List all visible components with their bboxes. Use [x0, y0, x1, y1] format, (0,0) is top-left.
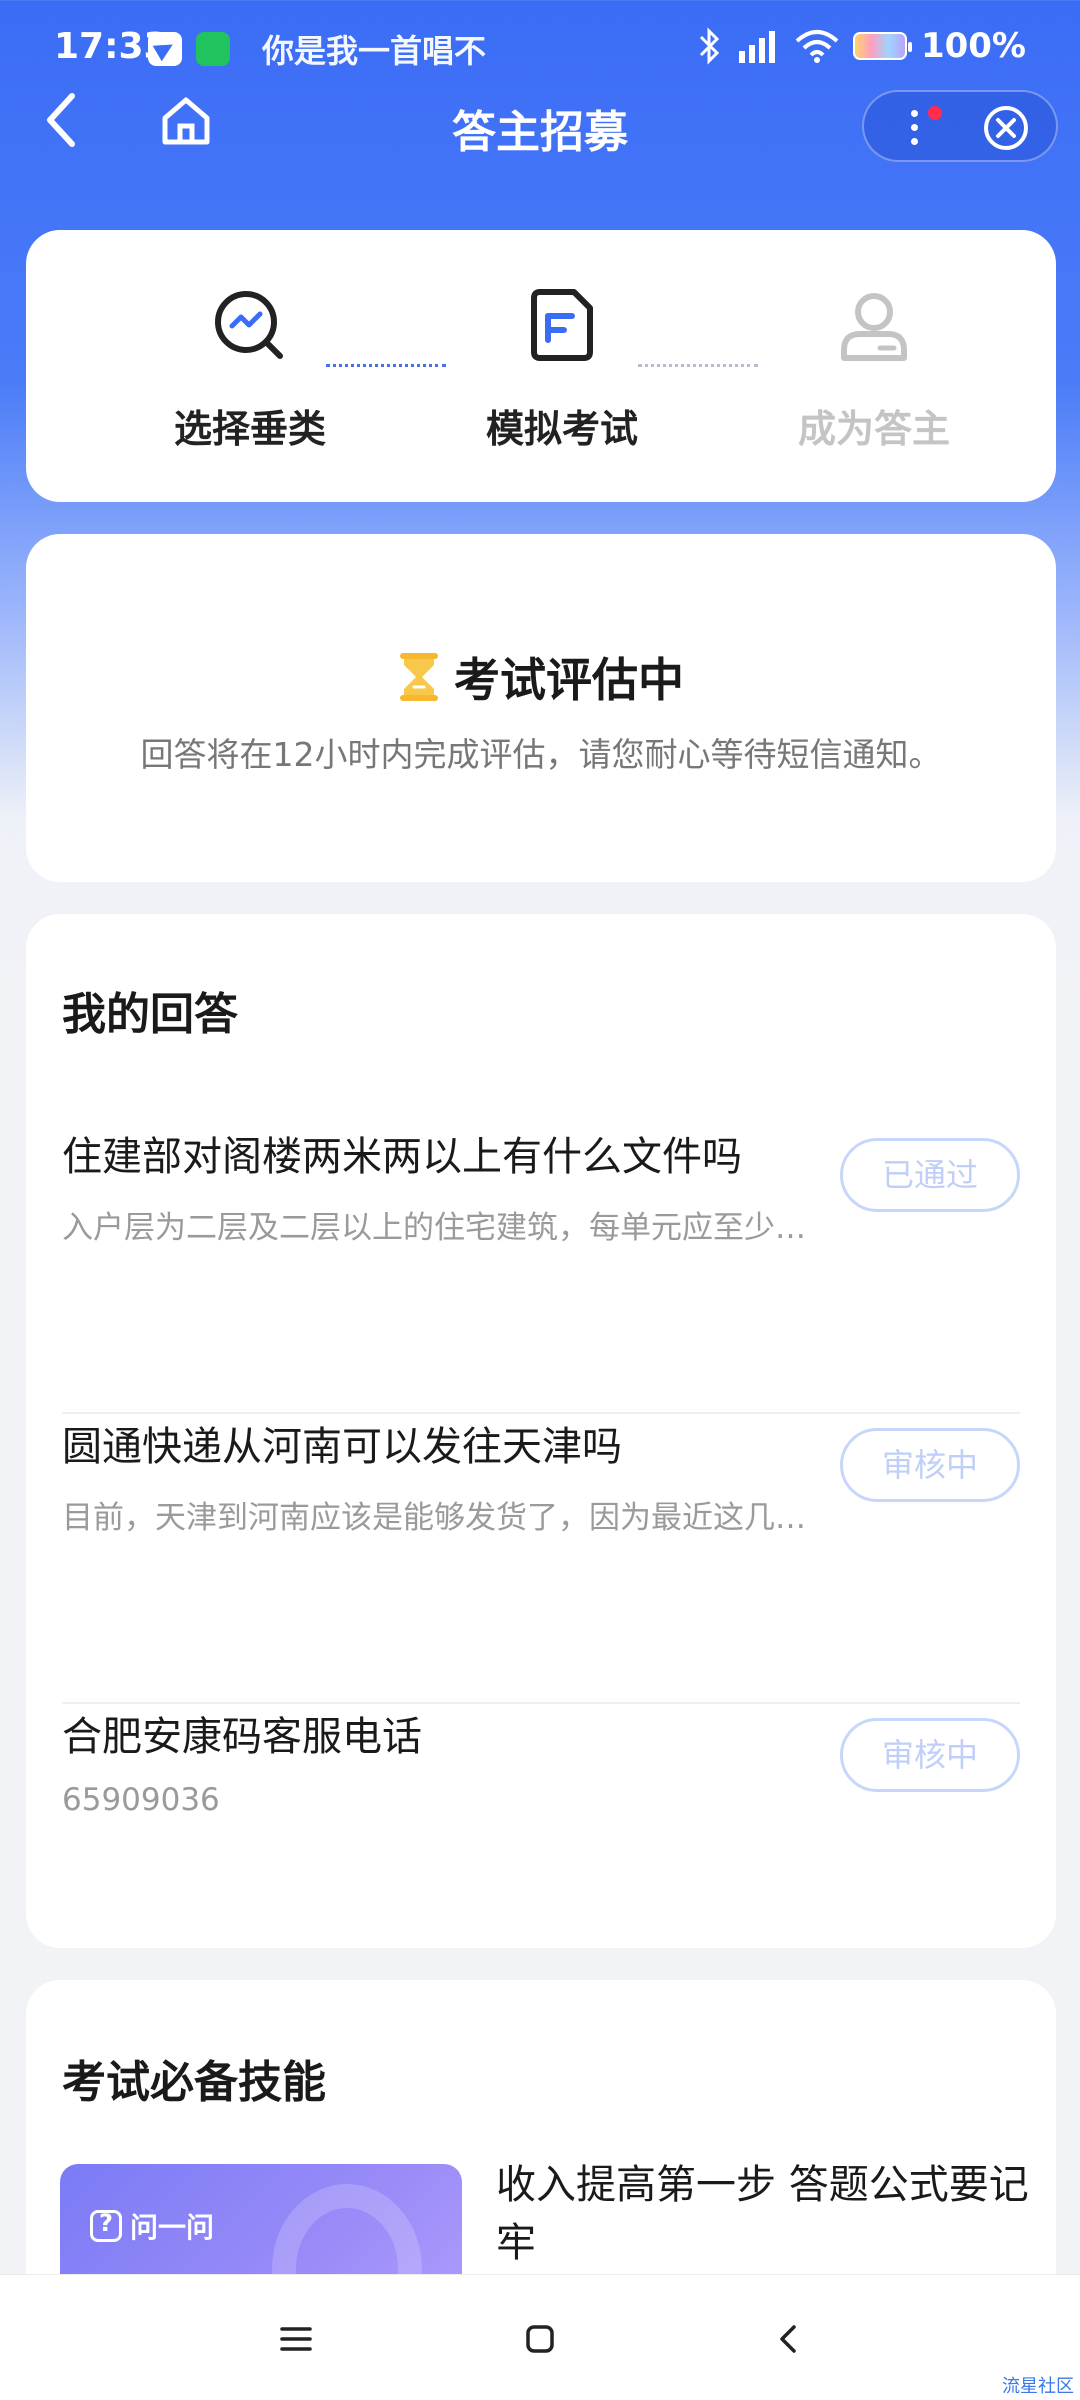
signal-icon — [735, 29, 781, 63]
step-mock-exam: 模拟考试 — [452, 288, 672, 453]
notification-dot — [928, 106, 942, 120]
system-home-button[interactable] — [516, 2315, 564, 2363]
bluetooth-icon — [697, 27, 721, 65]
step-become-answerer: 成为答主 — [764, 288, 984, 453]
step-label: 模拟考试 — [485, 407, 638, 451]
answer-preview: 目前，天津到河南应该是能够发货了，因为最近这几天疫情 — [62, 1500, 822, 1536]
step-select-category: 选择垂类 — [140, 288, 360, 453]
evaluation-description: 回答将在12小时内完成评估，请您耐心等待短信通知。 — [140, 735, 942, 774]
recent-apps-button[interactable] — [272, 2315, 320, 2363]
iqiyi-notification-icon — [196, 32, 230, 66]
status-ticker-text: 你是我一首唱不 — [262, 32, 487, 70]
system-back-button[interactable] — [764, 2315, 812, 2363]
wenyiwen-logo: 问一问 — [90, 2206, 214, 2246]
answer-item[interactable]: 合肥安康码客服电话 65909036 审核中 — [62, 1704, 1020, 1994]
thumbnail-badge-text: 问一问 — [130, 2211, 215, 2244]
answer-preview: 65909036 — [62, 1782, 220, 1818]
step-label: 选择垂类 — [173, 407, 326, 451]
question-icon — [90, 2209, 122, 2242]
status-badge: 审核中 — [840, 1718, 1020, 1792]
step-connector — [638, 364, 758, 367]
section-title: 考试必备技能 — [62, 2057, 326, 2108]
answer-question: 圆通快递从河南可以发往天津吗 — [62, 1424, 622, 1470]
step-label: 成为答主 — [797, 407, 950, 451]
answer-item[interactable]: 圆通快递从河南可以发往天津吗 目前，天津到河南应该是能够发货了，因为最近这几天疫… — [62, 1414, 1020, 1704]
status-badge: 已通过 — [840, 1138, 1020, 1212]
search-chart-icon — [212, 288, 288, 364]
battery-percent: 100% — [920, 26, 1026, 66]
more-menu-button[interactable] — [904, 106, 924, 150]
close-mini-program-button[interactable] — [982, 104, 1030, 152]
step-connector — [326, 364, 446, 367]
status-bar: 17:33 你是我一首唱不 100% — [0, 0, 1080, 96]
mini-program-capsule — [862, 90, 1058, 162]
system-navigation-bar: 流星社区 — [0, 2274, 1080, 2400]
section-title: 我的回答 — [62, 989, 238, 1040]
status-indicators: 100% — [697, 26, 1026, 66]
battery-icon — [852, 32, 912, 60]
user-icon — [836, 288, 912, 364]
course-title[interactable]: 收入提高第一步 答题公式要记牢 — [496, 2156, 1036, 2272]
status-badge: 审核中 — [840, 1428, 1020, 1502]
document-icon — [524, 288, 600, 364]
evaluation-status-card: 考试评估中 回答将在12小时内完成评估，请您耐心等待短信通知。 — [26, 534, 1056, 882]
hourglass-icon — [398, 653, 440, 701]
answer-preview: 入户层为二层及二层以上的住宅建筑，每单元应至少设置一台电梯 — [62, 1210, 822, 1246]
wifi-icon — [795, 29, 839, 63]
answer-question: 住建部对阁楼两米两以上有什么文件吗 — [62, 1134, 742, 1180]
my-answers-card: 我的回答 住建部对阁楼两米两以上有什么文件吗 入户层为二层及二层以上的住宅建筑，… — [26, 914, 1056, 1948]
answer-question: 合肥安康码客服电话 — [62, 1714, 422, 1760]
answer-item[interactable]: 住建部对阁楼两米两以上有什么文件吗 入户层为二层及二层以上的住宅建筑，每单元应至… — [62, 1124, 1020, 1414]
watermark: 流星社区 — [1002, 2376, 1074, 2397]
progress-steps-card: 选择垂类 模拟考试 成为答主 — [26, 230, 1056, 502]
evaluation-title: 考试评估中 — [454, 653, 684, 707]
telegram-notification-icon — [148, 32, 182, 66]
